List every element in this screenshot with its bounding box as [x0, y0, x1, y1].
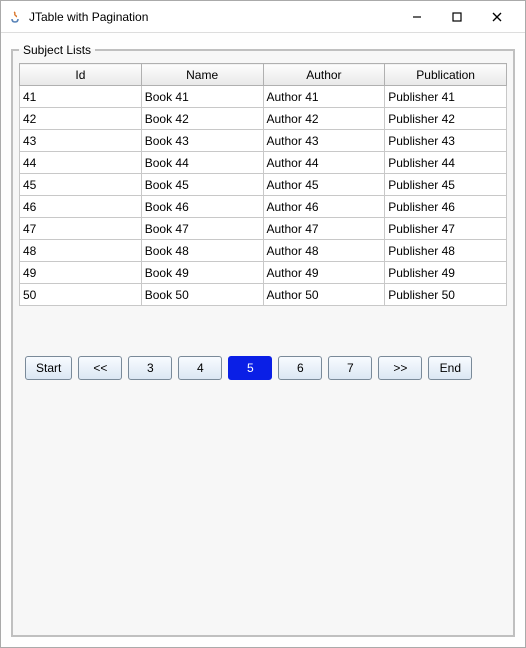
cell-name: Book 44 — [141, 152, 263, 174]
cell-id: 45 — [20, 174, 142, 196]
close-button[interactable] — [477, 3, 517, 31]
cell-author: Author 49 — [263, 262, 385, 284]
window-controls — [397, 3, 517, 31]
subject-lists-group: Subject Lists Id Name Author Publication — [11, 43, 515, 637]
java-icon — [7, 9, 23, 25]
table-row[interactable]: 43 Book 43 Author 43 Publisher 43 — [20, 130, 507, 152]
cell-name: Book 41 — [141, 86, 263, 108]
cell-publication: Publisher 48 — [385, 240, 507, 262]
pagination-bar: Start << 3 4 5 6 7 >> End — [19, 346, 507, 390]
col-id[interactable]: Id — [20, 64, 142, 86]
table-row[interactable]: 41 Book 41 Author 41 Publisher 41 — [20, 86, 507, 108]
app-window: JTable with Pagination Subject Lists Id — [0, 0, 526, 648]
cell-publication: Publisher 43 — [385, 130, 507, 152]
table-container: Id Name Author Publication 41 Book 41 Au… — [19, 63, 507, 306]
table-row[interactable]: 42 Book 42 Author 42 Publisher 42 — [20, 108, 507, 130]
table-row[interactable]: 50 Book 50 Author 50 Publisher 50 — [20, 284, 507, 306]
cell-id: 49 — [20, 262, 142, 284]
table-row[interactable]: 47 Book 47 Author 47 Publisher 47 — [20, 218, 507, 240]
cell-publication: Publisher 44 — [385, 152, 507, 174]
cell-name: Book 47 — [141, 218, 263, 240]
cell-publication: Publisher 47 — [385, 218, 507, 240]
cell-publication: Publisher 49 — [385, 262, 507, 284]
cell-id: 46 — [20, 196, 142, 218]
cell-author: Author 41 — [263, 86, 385, 108]
cell-name: Book 45 — [141, 174, 263, 196]
cell-publication: Publisher 46 — [385, 196, 507, 218]
cell-id: 42 — [20, 108, 142, 130]
subject-table: Id Name Author Publication 41 Book 41 Au… — [19, 63, 507, 306]
minimize-button[interactable] — [397, 3, 437, 31]
page-number-button[interactable]: 6 — [278, 356, 322, 380]
cell-publication: Publisher 41 — [385, 86, 507, 108]
page-start-button[interactable]: Start — [25, 356, 72, 380]
group-legend: Subject Lists — [19, 43, 95, 57]
cell-author: Author 45 — [263, 174, 385, 196]
page-end-button[interactable]: End — [428, 356, 472, 380]
cell-id: 44 — [20, 152, 142, 174]
table-row[interactable]: 46 Book 46 Author 46 Publisher 46 — [20, 196, 507, 218]
cell-publication: Publisher 42 — [385, 108, 507, 130]
cell-name: Book 43 — [141, 130, 263, 152]
page-number-button-current[interactable]: 5 — [228, 356, 272, 380]
cell-name: Book 46 — [141, 196, 263, 218]
page-number-button[interactable]: 7 — [328, 356, 372, 380]
title-bar: JTable with Pagination — [1, 1, 525, 33]
table-row[interactable]: 48 Book 48 Author 48 Publisher 48 — [20, 240, 507, 262]
cell-author: Author 42 — [263, 108, 385, 130]
table-header-row: Id Name Author Publication — [20, 64, 507, 86]
cell-name: Book 48 — [141, 240, 263, 262]
col-author[interactable]: Author — [263, 64, 385, 86]
cell-name: Book 42 — [141, 108, 263, 130]
spacer — [19, 306, 507, 346]
page-number-button[interactable]: 3 — [128, 356, 172, 380]
cell-author: Author 47 — [263, 218, 385, 240]
cell-id: 50 — [20, 284, 142, 306]
col-name[interactable]: Name — [141, 64, 263, 86]
window-title: JTable with Pagination — [29, 10, 397, 24]
col-publication[interactable]: Publication — [385, 64, 507, 86]
cell-author: Author 44 — [263, 152, 385, 174]
cell-id: 43 — [20, 130, 142, 152]
content-area: Subject Lists Id Name Author Publication — [1, 33, 525, 647]
cell-name: Book 49 — [141, 262, 263, 284]
cell-author: Author 46 — [263, 196, 385, 218]
table-row[interactable]: 44 Book 44 Author 44 Publisher 44 — [20, 152, 507, 174]
cell-id: 41 — [20, 86, 142, 108]
maximize-button[interactable] — [437, 3, 477, 31]
cell-publication: Publisher 50 — [385, 284, 507, 306]
cell-name: Book 50 — [141, 284, 263, 306]
cell-author: Author 50 — [263, 284, 385, 306]
page-prev-button[interactable]: << — [78, 356, 122, 380]
cell-id: 47 — [20, 218, 142, 240]
table-body: 41 Book 41 Author 41 Publisher 41 42 Boo… — [20, 86, 507, 306]
page-next-button[interactable]: >> — [378, 356, 422, 380]
page-number-button[interactable]: 4 — [178, 356, 222, 380]
cell-author: Author 43 — [263, 130, 385, 152]
table-row[interactable]: 45 Book 45 Author 45 Publisher 45 — [20, 174, 507, 196]
cell-author: Author 48 — [263, 240, 385, 262]
cell-publication: Publisher 45 — [385, 174, 507, 196]
cell-id: 48 — [20, 240, 142, 262]
table-row[interactable]: 49 Book 49 Author 49 Publisher 49 — [20, 262, 507, 284]
